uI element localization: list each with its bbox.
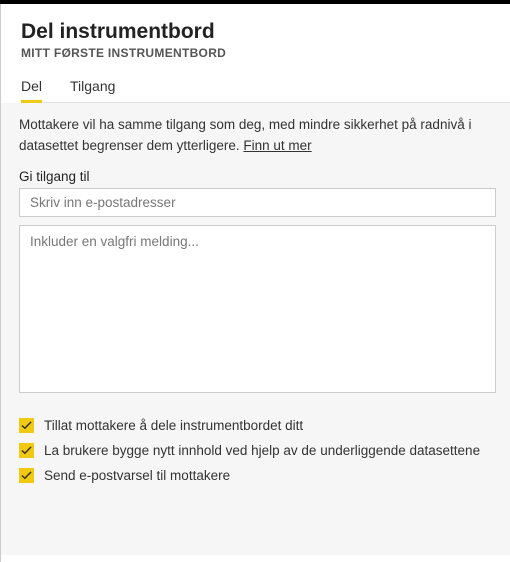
option-label: Send e-postvarsel til mottakere (44, 468, 230, 483)
tab-content: Mottakere vil ha samme tilgang som deg, … (1, 103, 510, 555)
checkbox-checked-icon (19, 468, 34, 483)
option-label: Tillat mottakere å dele instrumentbordet… (44, 418, 303, 433)
checkbox-checked-icon (19, 443, 34, 458)
share-panel: Del instrumentbord MITT FØRSTE INSTRUMEN… (0, 4, 510, 562)
tab-access[interactable]: Tilgang (70, 78, 115, 102)
checkbox-checked-icon (19, 418, 34, 433)
tab-bar: Del Tilgang (21, 78, 510, 103)
option-allow-build[interactable]: La brukere bygge nytt innhold ved hjelp … (19, 443, 496, 458)
learn-more-link[interactable]: Finn ut mer (243, 138, 311, 153)
tab-share[interactable]: Del (21, 78, 42, 102)
option-send-email[interactable]: Send e-postvarsel til mottakere (19, 468, 496, 483)
email-input[interactable] (19, 188, 496, 217)
option-allow-reshare[interactable]: Tillat mottakere å dele instrumentbordet… (19, 418, 496, 433)
panel-subtitle: MITT FØRSTE INSTRUMENTBORD (21, 46, 510, 60)
panel-title: Del instrumentbord (21, 20, 510, 44)
grant-access-label: Gi tilgang til (19, 169, 496, 184)
message-input[interactable] (19, 225, 496, 393)
description-text: Mottakere vil ha samme tilgang som deg, … (19, 115, 496, 157)
option-label: La brukere bygge nytt innhold ved hjelp … (44, 443, 480, 458)
options-group: Tillat mottakere å dele instrumentbordet… (19, 418, 496, 483)
